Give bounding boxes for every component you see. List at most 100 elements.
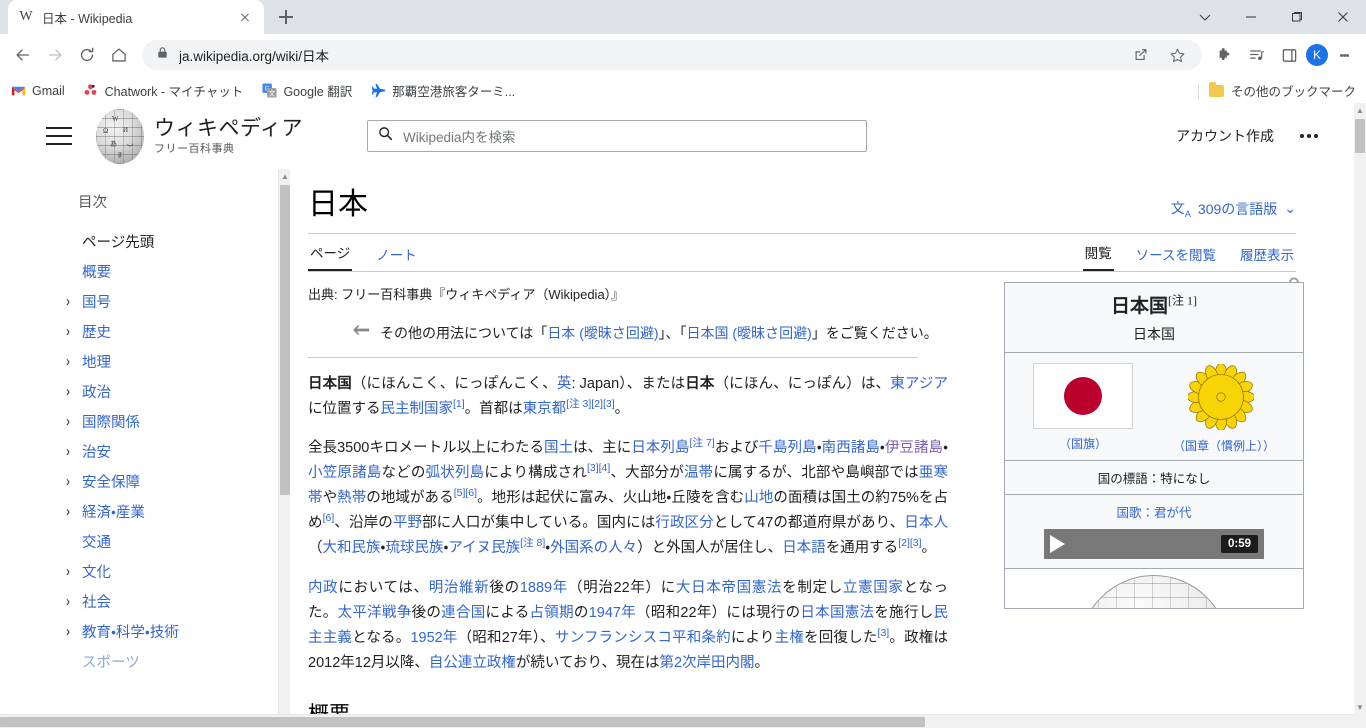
toc-item-chian[interactable]: › 治安 <box>40 436 290 466</box>
play-icon[interactable] <box>1050 535 1065 553</box>
wiki-link[interactable]: アイヌ民族 <box>448 540 520 556</box>
hatnote-link[interactable]: 日本 (曖昧さ回避) <box>547 325 658 341</box>
wiki-link[interactable]: 熱帯 <box>337 490 366 506</box>
language-selector-button[interactable]: 文A 309の言語版 ⌄ <box>1171 198 1296 223</box>
bookmark-google-translate[interactable]: G文 Google 翻訳 <box>261 81 352 100</box>
anthem-label[interactable]: 国歌：君が代 <box>1116 506 1191 520</box>
home-icon[interactable] <box>104 40 134 70</box>
chevron-right-icon[interactable]: › <box>60 622 76 640</box>
toc-item-kotsu[interactable]: ›交通 <box>40 526 290 556</box>
hamburger-menu-icon[interactable] <box>46 127 72 145</box>
toc-item-page-top[interactable]: ›ページ先頭 <box>40 226 290 256</box>
wiki-link[interactable]: 行政区分 <box>655 515 713 531</box>
emblem-caption[interactable]: （国章（慣例上）） <box>1173 437 1275 454</box>
toc-item-gaiyo[interactable]: ›概要 <box>40 256 290 286</box>
world-globe-map-icon[interactable] <box>1005 568 1303 608</box>
minimize-icon[interactable] <box>1228 0 1274 34</box>
toc-item-keizai-sangyo[interactable]: › 経済・産業 <box>40 496 290 526</box>
wiki-link[interactable]: 主権 <box>775 630 804 646</box>
toc-item-kokusaikankei[interactable]: › 国際関係 <box>40 406 290 436</box>
reference-link[interactable]: [3][4] <box>587 462 610 474</box>
toc-scrollbar[interactable]: ▲ ▼ <box>278 169 290 728</box>
wiki-link-visited[interactable]: 伊豆諸島 <box>885 440 943 456</box>
reload-icon[interactable] <box>72 40 102 70</box>
create-account-button[interactable]: アカウント作成 <box>1176 126 1274 146</box>
wiki-link[interactable]: 大日本帝国憲法 <box>676 580 782 596</box>
chevron-right-icon[interactable]: › <box>60 292 76 310</box>
tab-search-icon[interactable] <box>1182 0 1228 34</box>
toc-item-anzenhosho[interactable]: › 安全保障 <box>40 466 290 496</box>
tab-talk[interactable]: ノート <box>374 244 419 271</box>
toc-item-kokugo[interactable]: › 国号 <box>40 286 290 316</box>
wiki-link[interactable]: 連合国 <box>441 605 485 621</box>
wiki-link[interactable]: 外国系の人々 <box>550 540 637 556</box>
wiki-link[interactable]: 英 <box>557 376 572 392</box>
wiki-link[interactable]: 平野 <box>393 515 422 531</box>
wiki-link[interactable]: 日本国憲法 <box>800 605 874 621</box>
hatnote-link[interactable]: 日本国 (曖昧さ回避) <box>687 325 812 341</box>
more-options-icon[interactable] <box>1296 130 1322 142</box>
maximize-icon[interactable] <box>1274 0 1320 34</box>
scroll-up-icon[interactable]: ▲ <box>1354 103 1366 117</box>
other-bookmarks-folder[interactable]: その他のブックマーク <box>1209 81 1356 100</box>
chevron-right-icon[interactable]: › <box>60 502 76 520</box>
reference-link[interactable]: [6] <box>323 513 335 525</box>
star-icon[interactable] <box>1162 43 1192 67</box>
wiki-link[interactable]: 占領期 <box>530 605 574 621</box>
page-scrollbar[interactable]: ▲ ▼ <box>1354 103 1366 728</box>
wiki-link[interactable]: 太平洋戦争 <box>338 605 412 621</box>
wiki-link[interactable]: 弧状列島 <box>426 465 485 481</box>
media-control-icon[interactable] <box>1242 40 1272 70</box>
wiki-link[interactable]: 国土 <box>544 440 573 456</box>
wiki-link[interactable]: 東京都 <box>523 401 567 417</box>
wiki-link[interactable]: 小笠原諸島 <box>308 465 381 481</box>
chevron-right-icon[interactable]: › <box>60 352 76 370</box>
browser-tab[interactable]: W 日本 - Wikipedia <box>8 0 264 34</box>
wikipedia-logo[interactable]: WΩ Иあ بह ウィキペディア フリー百科事典 <box>96 108 303 164</box>
reference-link[interactable]: [3] <box>878 627 890 639</box>
japan-flag-icon[interactable] <box>1032 363 1133 429</box>
share-icon[interactable] <box>1126 43 1156 67</box>
wiki-link[interactable]: 東アジア <box>890 376 948 392</box>
toc-item-bunka[interactable]: › 文化 <box>40 556 290 586</box>
toc-item-rekishi[interactable]: › 歴史 <box>40 316 290 346</box>
toc-item-seiji[interactable]: › 政治 <box>40 376 290 406</box>
toc-item-shakai[interactable]: › 社会 <box>40 586 290 616</box>
kebab-menu-icon[interactable] <box>1330 41 1358 69</box>
forward-arrow-icon[interactable] <box>40 40 70 70</box>
wiki-link[interactable]: 1952年 <box>410 630 457 646</box>
search-input[interactable]: Wikipedia内を検索 <box>367 120 868 152</box>
chevron-right-icon[interactable]: › <box>60 562 76 580</box>
infobox-title-note[interactable]: [注 1] <box>1168 294 1197 308</box>
chevron-right-icon[interactable]: › <box>60 412 76 430</box>
horizontal-scrollbar-thumb[interactable] <box>0 717 925 727</box>
wiki-link[interactable]: 自公連立政権 <box>429 655 516 671</box>
chevron-right-icon[interactable]: › <box>60 322 76 340</box>
side-panel-icon[interactable] <box>1274 40 1304 70</box>
wiki-link[interactable]: 千島列島 <box>758 440 816 456</box>
toc-item-chiri[interactable]: › 地理 <box>40 346 290 376</box>
tab-view-source[interactable]: ソースを閲覧 <box>1134 244 1218 271</box>
bookmark-chatwork[interactable]: Chatwork - マイチャット <box>83 81 243 100</box>
reference-link[interactable]: [5][6] <box>454 487 477 499</box>
reference-link[interactable]: [2][3] <box>898 538 921 550</box>
wiki-link[interactable]: サンフランシスコ平和条約 <box>555 630 731 646</box>
close-icon[interactable] <box>1320 0 1366 34</box>
wiki-link[interactable]: 内政 <box>308 580 338 596</box>
bookmark-naha-airport[interactable]: 那覇空港旅客ターミ... <box>370 81 515 100</box>
wiki-link[interactable]: 明治維新 <box>429 580 490 596</box>
wiki-link[interactable]: 南西諸島 <box>822 440 880 456</box>
wiki-link[interactable]: 民主制国家 <box>381 401 454 417</box>
chrysanthemum-seal-icon[interactable] <box>1173 363 1269 431</box>
puzzle-piece-icon[interactable] <box>1210 40 1240 70</box>
scroll-up-icon[interactable]: ▲ <box>279 169 290 183</box>
bookmark-gmail[interactable]: Gmail <box>10 83 65 99</box>
wiki-link[interactable]: 日本語 <box>782 540 826 556</box>
new-tab-button[interactable] <box>272 3 300 31</box>
page-scrollbar-thumb[interactable] <box>1355 119 1365 153</box>
wiki-link[interactable]: 第2次岸田内閣 <box>659 655 754 671</box>
chevron-right-icon[interactable]: › <box>60 472 76 490</box>
wiki-link[interactable]: 山地 <box>744 490 773 506</box>
reference-link[interactable]: [注 8] <box>520 538 545 550</box>
toc-scrollbar-thumb[interactable] <box>280 185 290 495</box>
